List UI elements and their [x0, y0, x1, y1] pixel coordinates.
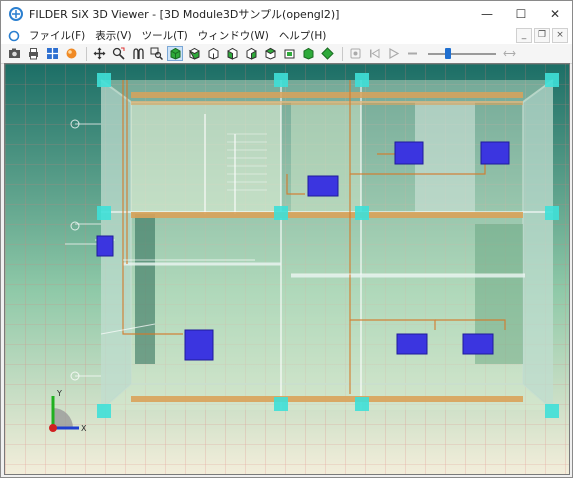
app-window: FILDER SiX 3D Viewer - [3D Module3Dサンプル(…	[0, 0, 573, 478]
mdi-minimize-button[interactable]: _	[516, 28, 532, 43]
menu-view[interactable]: 表示(V)	[90, 28, 136, 43]
bottom-view-icon[interactable]	[281, 46, 297, 61]
step-back-icon[interactable]	[366, 46, 382, 61]
menu-help[interactable]: ヘルプ(H)	[274, 28, 332, 43]
stop-icon[interactable]	[404, 46, 420, 61]
toolbar	[1, 44, 572, 64]
slider-rail	[428, 53, 496, 55]
3d-viewport[interactable]: Y X	[4, 63, 570, 475]
hvac-unit[interactable]	[184, 329, 214, 361]
app-logo-icon	[9, 7, 23, 21]
column	[97, 73, 111, 87]
scene-canvas[interactable]: Y X	[5, 64, 570, 475]
column	[97, 206, 111, 220]
maximize-button[interactable]: ☐	[504, 1, 538, 27]
hvac-unit[interactable]	[462, 333, 494, 355]
mdi-close-button[interactable]: ×	[552, 28, 568, 43]
beam	[131, 92, 523, 98]
record-icon[interactable]	[347, 46, 363, 61]
column	[274, 397, 288, 411]
building-model	[65, 73, 559, 418]
minimize-button[interactable]: —	[470, 1, 504, 27]
beam	[131, 101, 523, 105]
document-icon[interactable]	[8, 30, 20, 42]
back-view-icon[interactable]	[205, 46, 221, 61]
hvac-unit[interactable]	[96, 235, 114, 257]
mdi-restore-button[interactable]: ❐	[534, 28, 550, 43]
sphere-render-icon[interactable]	[63, 46, 79, 61]
x-axis-label: X	[81, 424, 87, 433]
right-view-icon[interactable]	[243, 46, 259, 61]
hvac-unit[interactable]	[480, 141, 510, 165]
menu-bar: ファイル(F) 表示(V) ツール(T) ウィンドウ(W) ヘルプ(H) _ ❐…	[1, 27, 572, 44]
column	[355, 73, 369, 87]
left-view-icon[interactable]	[224, 46, 240, 61]
toolbar-separator	[342, 46, 343, 61]
hvac-unit[interactable]	[307, 175, 339, 197]
column	[274, 206, 288, 220]
hvac-unit[interactable]	[394, 141, 424, 165]
print-icon[interactable]	[25, 46, 41, 61]
column	[274, 73, 288, 87]
walk-icon[interactable]	[129, 46, 145, 61]
toolbar-separator	[86, 46, 87, 61]
front-view-icon[interactable]	[186, 46, 202, 61]
column	[355, 206, 369, 220]
title-bar: FILDER SiX 3D Viewer - [3D Module3Dサンプル(…	[1, 1, 572, 27]
hvac-unit[interactable]	[396, 333, 428, 355]
camera-icon[interactable]	[6, 46, 22, 61]
y-axis-label: Y	[56, 389, 62, 398]
column	[545, 73, 559, 87]
column	[545, 206, 559, 220]
zoom-region-icon[interactable]	[110, 46, 126, 61]
beam	[131, 396, 523, 402]
green-diamond-icon[interactable]	[319, 46, 335, 61]
menu-window[interactable]: ウィンドウ(W)	[193, 28, 274, 43]
window-title: FILDER SiX 3D Viewer - [3D Module3Dサンプル(…	[29, 8, 340, 21]
play-icon[interactable]	[385, 46, 401, 61]
column	[97, 404, 111, 418]
slider-thumb[interactable]	[445, 48, 452, 59]
iso-view-icon[interactable]	[167, 46, 183, 61]
beam	[131, 212, 523, 218]
column	[545, 404, 559, 418]
close-button[interactable]: ✕	[538, 1, 572, 27]
playback-slider[interactable]	[428, 47, 496, 60]
grid-view-icon[interactable]	[44, 46, 60, 61]
move-icon[interactable]	[91, 46, 107, 61]
slider-end-icon[interactable]	[501, 46, 517, 61]
column	[355, 397, 369, 411]
menu-tools[interactable]: ツール(T)	[137, 28, 193, 43]
top-view-icon[interactable]	[262, 46, 278, 61]
menu-file[interactable]: ファイル(F)	[24, 28, 90, 43]
mdi-controls: _ ❐ ×	[516, 28, 568, 43]
zoom-window-icon[interactable]	[148, 46, 164, 61]
cube-view-icon[interactable]	[300, 46, 316, 61]
